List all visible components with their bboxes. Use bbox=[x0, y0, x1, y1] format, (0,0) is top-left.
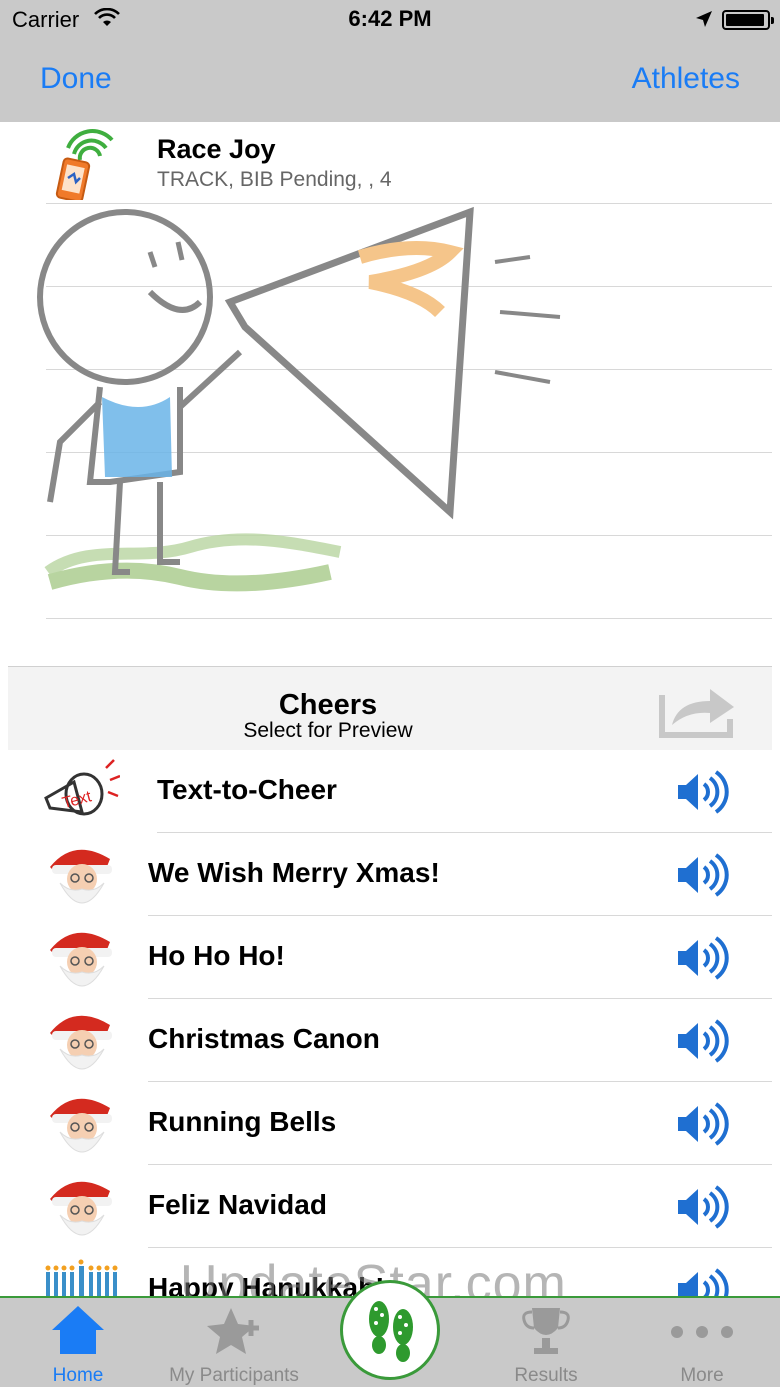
athletes-button[interactable]: Athletes bbox=[632, 62, 740, 96]
location-arrow-icon bbox=[695, 10, 713, 33]
cheers-header: Cheers Select for Preview bbox=[8, 666, 772, 750]
speaker-icon[interactable] bbox=[676, 853, 730, 897]
megaphone-illustration bbox=[30, 202, 590, 602]
menorah-icon bbox=[44, 1252, 120, 1296]
santa-icon bbox=[44, 837, 120, 913]
cheer-item-running-bells[interactable]: Running Bells bbox=[0, 1082, 780, 1165]
speaker-icon[interactable] bbox=[676, 1019, 730, 1063]
cheer-item-merry-xmas[interactable]: We Wish Merry Xmas! bbox=[0, 833, 780, 916]
speaker-icon[interactable] bbox=[676, 1102, 730, 1146]
cheers-title: Cheers bbox=[278, 689, 378, 721]
speaker-icon[interactable] bbox=[676, 936, 730, 980]
tab-label: Results bbox=[514, 1365, 578, 1386]
cheer-label: Feliz Navidad bbox=[148, 1189, 327, 1220]
cheer-footprints-button[interactable] bbox=[340, 1280, 440, 1380]
athlete-detail: TRACK, BIB Pending, , 4 bbox=[157, 168, 392, 191]
cheers-list: Text Text-to-Cheer We Wish Merry Xmas! H… bbox=[0, 750, 780, 1296]
footprints-icon bbox=[369, 1301, 413, 1362]
status-bar: Carrier 6:42 PM bbox=[0, 0, 780, 40]
tab-home[interactable]: Home bbox=[0, 1298, 156, 1387]
cheer-label: Christmas Canon bbox=[148, 1023, 380, 1054]
done-button[interactable]: Done bbox=[40, 62, 112, 96]
tab-label: My Participants bbox=[169, 1365, 299, 1386]
phone-signal-icon bbox=[54, 126, 120, 203]
star-plus-icon bbox=[207, 1308, 259, 1354]
speaker-icon[interactable] bbox=[676, 1268, 730, 1296]
cheer-label: Ho Ho Ho! bbox=[148, 940, 285, 971]
home-icon bbox=[52, 1306, 104, 1354]
cheers-subtitle: Select for Preview bbox=[243, 719, 413, 742]
tab-label: Home bbox=[52, 1365, 104, 1386]
main-content: Race Joy TRACK, BIB Pending, , 4 Cheers … bbox=[0, 122, 780, 1296]
athlete-row[interactable]: Race Joy TRACK, BIB Pending, , 4 bbox=[0, 122, 780, 204]
more-dots-icon bbox=[671, 1326, 733, 1338]
clock: 6:42 PM bbox=[348, 6, 432, 31]
athlete-name: Race Joy bbox=[157, 134, 276, 164]
santa-icon bbox=[44, 1003, 120, 1079]
cheer-item-text-to-cheer[interactable]: Text Text-to-Cheer bbox=[0, 750, 780, 833]
cheer-item-feliz-navidad[interactable]: Feliz Navidad bbox=[0, 1165, 780, 1248]
speaker-icon[interactable] bbox=[676, 1185, 730, 1229]
share-icon[interactable] bbox=[658, 681, 738, 739]
cheer-item-ho-ho-ho[interactable]: Ho Ho Ho! bbox=[0, 916, 780, 999]
santa-icon bbox=[44, 1086, 120, 1162]
navigation-bar: Done Athletes bbox=[0, 40, 780, 122]
tab-results[interactable]: Results bbox=[468, 1298, 624, 1387]
tab-label: More bbox=[680, 1365, 724, 1386]
santa-icon bbox=[44, 1169, 120, 1245]
cheer-label: Running Bells bbox=[148, 1106, 337, 1137]
divider bbox=[46, 618, 772, 619]
speaker-icon[interactable] bbox=[676, 770, 730, 814]
tab-more[interactable]: More bbox=[624, 1298, 780, 1387]
cheer-label: We Wish Merry Xmas! bbox=[148, 857, 440, 888]
megaphone-text-icon: Text bbox=[44, 754, 121, 830]
tab-my-participants[interactable]: My Participants bbox=[156, 1298, 312, 1387]
cheer-label: Text-to-Cheer bbox=[157, 774, 337, 805]
trophy-icon bbox=[522, 1308, 570, 1354]
cheer-item-christmas-canon[interactable]: Christmas Canon bbox=[0, 999, 780, 1082]
santa-icon bbox=[44, 920, 120, 996]
battery-icon bbox=[722, 10, 774, 30]
